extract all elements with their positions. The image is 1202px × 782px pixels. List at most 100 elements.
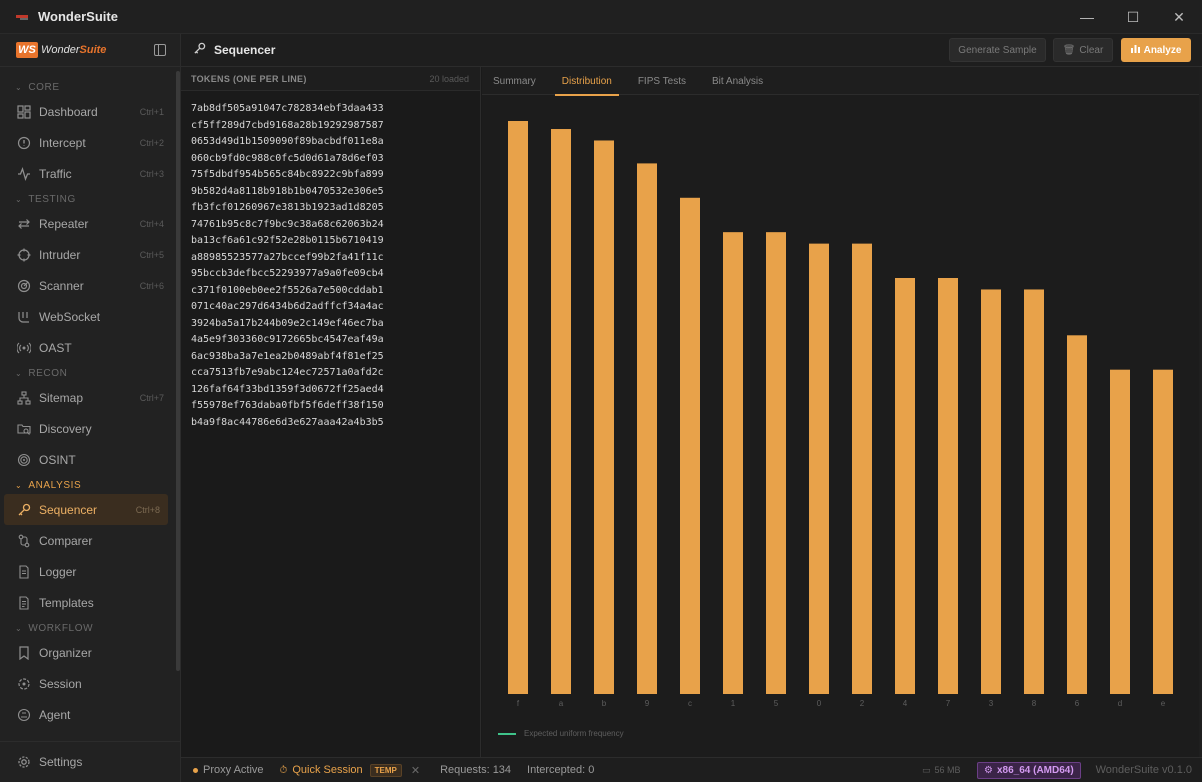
bar-6[interactable] (1067, 335, 1087, 694)
bar-b[interactable] (594, 140, 614, 694)
tab-distribution[interactable]: Distribution (554, 67, 619, 96)
bar-7[interactable] (938, 278, 958, 694)
bar-3[interactable] (981, 289, 1001, 694)
sidebar-item-organizer[interactable]: Organizer (0, 637, 176, 668)
sidebar-item-dashboard[interactable]: Dashboard Ctrl+1 (0, 96, 176, 127)
sidebar-item-repeater[interactable]: Repeater Ctrl+4 (0, 208, 176, 239)
sidebar-item-label: WebSocket (39, 309, 101, 324)
tokens-textarea[interactable]: 7ab8df505a91047c782834ebf3daa433 cf5ff289… (191, 101, 384, 431)
bar-8[interactable] (1024, 289, 1044, 694)
sidebar-item-websocket[interactable]: WebSocket (0, 301, 176, 332)
tick-label: 6 (1075, 699, 1080, 708)
tab-bit-analysis[interactable]: Bit Analysis (705, 67, 770, 95)
sidebar-item-discovery[interactable]: Discovery (0, 413, 176, 444)
proxy-status-dot (193, 767, 198, 773)
sidebar-item-traffic[interactable]: Traffic Ctrl+3 (0, 158, 176, 189)
sidebar-item-agent[interactable]: Agent (0, 699, 176, 730)
results-tabs: Summary Distribution FIPS Tests Bit Analysi… (482, 67, 1202, 96)
tick-label: 5 (774, 699, 779, 708)
close-session-icon[interactable]: ✕ (411, 764, 420, 777)
tab-fips-tests[interactable]: FIPS Tests (631, 67, 693, 95)
tick-label: c (688, 699, 692, 708)
chevron-down-icon: ⌄ (15, 624, 23, 633)
results-panel: Summary Distribution FIPS Tests Bit Analysi… (482, 67, 1202, 757)
sidebar-item-sequencer[interactable]: Sequencer Ctrl+8 (4, 494, 168, 525)
bar-2[interactable] (852, 243, 872, 694)
token-line: ba13cf6a61c92f52e28b0115b6710419 (191, 235, 384, 246)
sidebar-item-label: Intruder (39, 247, 81, 262)
nav-section-label: RECON (28, 368, 68, 379)
chevron-down-icon: ⌄ (15, 481, 23, 490)
bar-c[interactable] (680, 197, 700, 695)
bar-9[interactable] (637, 163, 657, 695)
sidebar-item-session[interactable]: Session (0, 668, 176, 699)
bar-0[interactable] (809, 243, 829, 694)
chart-legend: Expected uniform frequency (498, 729, 624, 738)
sidebar-item-sitemap[interactable]: Sitemap Ctrl+7 (0, 382, 176, 413)
sidebar-item-scanner[interactable]: Scanner Ctrl+6 (0, 270, 176, 301)
nav-section-analysis[interactable]: ⌄ ANALYSIS (0, 477, 176, 494)
tick-label: 3 (989, 699, 994, 708)
nav-section-recon[interactable]: ⌄ RECON (0, 365, 176, 382)
sidebar-item-comparer[interactable]: Comparer (0, 525, 176, 556)
bar-f[interactable] (508, 121, 528, 694)
tick-label: 2 (860, 699, 865, 708)
shortcut-hint: Ctrl+8 (135, 504, 160, 515)
tick-label: 7 (946, 699, 951, 708)
sidebar-item-osint[interactable]: OSINT (0, 444, 176, 475)
sidebar-item-label: Organizer (39, 645, 92, 660)
broadcast-icon (16, 340, 32, 356)
proxy-status[interactable]: Proxy Active (203, 764, 264, 776)
bar-d[interactable] (1110, 369, 1130, 694)
token-line: 74761b95c8c7f9bc9c38a68c62063b24 (191, 218, 384, 230)
generate-sample-button[interactable]: Generate Sample (949, 38, 1046, 62)
token-line: fb3fcf01260967e3813b1923ad1d8205 (191, 202, 384, 213)
shortcut-hint: Ctrl+2 (139, 137, 164, 148)
sidebar-item-templates[interactable]: Templates (0, 587, 176, 618)
page-header: Sequencer Generate Sample 🗑 Clear Analyz… (181, 34, 1202, 67)
nav-section-label: WORKFLOW (28, 623, 94, 634)
app-logo-icon (16, 12, 30, 22)
clear-label: Clear (1079, 44, 1104, 56)
sidebar-scrollbar[interactable] (176, 71, 180, 671)
shortcut-hint: Ctrl+1 (139, 106, 164, 117)
shortcut-hint: Ctrl+6 (139, 280, 164, 291)
nav-section-testing[interactable]: ⌄ TESTING (0, 191, 176, 208)
nav-section-core[interactable]: ⌄ CORE (0, 79, 176, 96)
sidebar-collapse-icon[interactable] (154, 44, 166, 56)
nav-section-label: TESTING (28, 194, 76, 205)
minimize-button[interactable]: — (1064, 0, 1110, 34)
tick-label: d (1118, 699, 1122, 708)
memory-value: 56 MB (934, 765, 961, 775)
sidebar-item-label: Scanner (39, 278, 84, 293)
sidebar-item-logger[interactable]: Logger (0, 556, 176, 587)
sidebar-item-oast[interactable]: OAST (0, 332, 176, 363)
tick-label: a (559, 699, 564, 708)
close-button[interactable]: ✕ (1156, 0, 1202, 34)
radar-icon (16, 278, 32, 294)
tokens-heading: TOKENS (ONE PER LINE) (191, 73, 307, 84)
bar-5[interactable] (766, 232, 786, 695)
sidebar-item-settings[interactable]: Settings (0, 741, 181, 782)
shortcut-hint: Ctrl+3 (139, 168, 164, 179)
bar-1[interactable] (723, 232, 743, 695)
key-icon (16, 502, 32, 518)
analyze-button[interactable]: Analyze (1121, 38, 1191, 62)
sidebar-item-intercept[interactable]: Intercept Ctrl+2 (0, 127, 176, 158)
quick-session[interactable]: ⏱ Quick Session (280, 764, 363, 776)
brand-name-b: Suite (79, 44, 107, 56)
bar-4[interactable] (895, 278, 915, 694)
nav-section-label: CORE (28, 82, 60, 93)
shortcut-hint: Ctrl+7 (139, 392, 164, 403)
tab-summary[interactable]: Summary (486, 67, 543, 95)
clear-button[interactable]: 🗑 Clear (1053, 38, 1113, 62)
maximize-button[interactable]: ☐ (1110, 0, 1156, 34)
tick-label: 9 (645, 699, 650, 708)
settings-label: Settings (39, 755, 83, 769)
token-line: 4a5e9f303360c9172665bc4547eaf49a (191, 334, 384, 345)
repeat-icon (16, 216, 32, 232)
bar-e[interactable] (1153, 369, 1173, 694)
nav-section-workflow[interactable]: ⌄ WORKFLOW (0, 620, 176, 637)
bar-a[interactable] (551, 129, 571, 695)
sidebar-item-intruder[interactable]: Intruder Ctrl+5 (0, 239, 176, 270)
